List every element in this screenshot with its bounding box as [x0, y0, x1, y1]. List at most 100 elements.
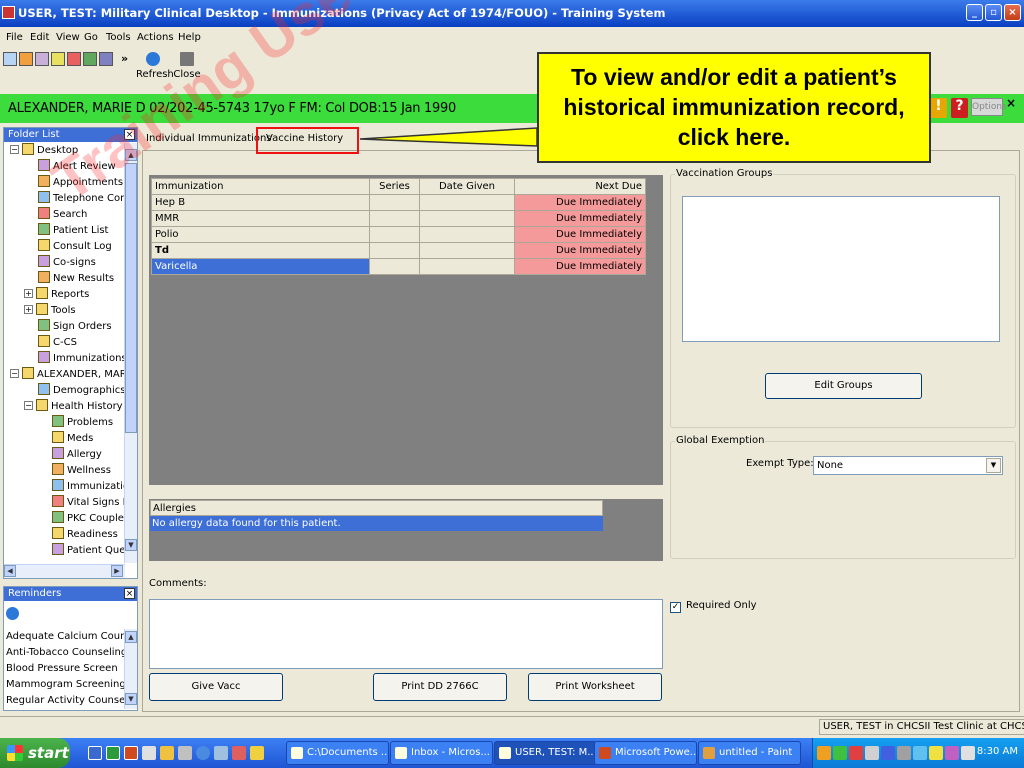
scroll-left-arrow[interactable]: ◀ — [4, 565, 16, 577]
toolbar-overflow-chevron[interactable]: » — [121, 52, 128, 65]
folder-tree-item[interactable]: Readiness — [52, 527, 118, 543]
folder-tree-item[interactable]: Problems — [52, 415, 113, 431]
required-only-checkbox[interactable]: ✓ Required Only — [670, 600, 757, 613]
tray-icon[interactable] — [833, 746, 847, 760]
check-icon[interactable] — [67, 52, 81, 66]
immunization-name[interactable]: Hep B — [151, 194, 370, 211]
collapse-icon[interactable]: − — [10, 369, 19, 378]
reminders-refresh-icon[interactable] — [6, 607, 19, 620]
tray-icon[interactable] — [929, 746, 943, 760]
sign-icon[interactable] — [51, 52, 65, 66]
collapse-icon[interactable]: − — [24, 401, 33, 410]
folder-tree-item[interactable]: − ALEXANDER, MARIE — [10, 367, 125, 383]
refresh-button[interactable]: Refresh — [136, 52, 174, 88]
folder-vertical-scrollbar[interactable]: ▲ ▼ — [124, 143, 137, 563]
print-worksheet-button[interactable]: Print Worksheet — [528, 673, 662, 701]
table-row-selected[interactable]: Varicella Due Immediately — [151, 258, 646, 275]
folder-tree-item[interactable]: Allergy — [52, 447, 102, 463]
reminder-item[interactable]: Blood Pressure Screen — [6, 663, 126, 674]
print-icon[interactable] — [35, 52, 49, 66]
checkbox-check-icon[interactable]: ✓ — [670, 602, 681, 613]
folder-tree-item[interactable]: Immunizations Adm — [38, 351, 125, 367]
reminder-item[interactable]: Regular Activity Counseling — [6, 695, 126, 706]
network-icon[interactable] — [214, 746, 228, 760]
reminder-item[interactable]: Adequate Calcium Counseling — [6, 631, 126, 642]
outlook-icon[interactable] — [142, 746, 156, 760]
folder-tree-item[interactable]: Patient List — [38, 223, 108, 239]
start-button[interactable]: start — [0, 738, 70, 768]
folder-tree-item[interactable]: + Tools — [24, 303, 76, 319]
help-icon[interactable]: ? — [951, 98, 968, 118]
vaccination-groups-list[interactable] — [682, 196, 1000, 342]
tray-icon[interactable] — [849, 746, 863, 760]
menu-edit[interactable]: Edit — [30, 32, 49, 43]
tray-icon[interactable] — [817, 746, 831, 760]
menu-actions[interactable]: Actions — [137, 32, 174, 43]
excel-icon[interactable] — [106, 746, 120, 760]
col-next-due[interactable]: Next Due — [514, 178, 646, 195]
folder-icon[interactable] — [160, 746, 174, 760]
folder-tree-item[interactable]: New Results — [38, 271, 114, 287]
task-clinical-desktop[interactable]: USER, TEST: M... — [494, 741, 597, 765]
folder-tree-item[interactable]: − Desktop — [10, 143, 78, 159]
tray-icon[interactable] — [913, 746, 927, 760]
tab-individual-immunizations[interactable]: Individual Immunizations — [146, 133, 272, 144]
folder-tree-item[interactable]: Telephone Consult — [38, 191, 125, 207]
tray-icon[interactable] — [897, 746, 911, 760]
close-button[interactable]: Close — [170, 52, 204, 88]
task-paint[interactable]: untitled - Paint — [698, 741, 801, 765]
task-documents[interactable]: C:\Documents ... — [286, 741, 389, 765]
menu-file[interactable]: File — [6, 32, 23, 43]
folder-tree-item[interactable]: PKC Couplers — [52, 511, 125, 527]
task-inbox[interactable]: Inbox - Micros... — [390, 741, 493, 765]
folder-tree-item[interactable]: Consult Log — [38, 239, 112, 255]
edit-groups-button[interactable]: Edit Groups — [765, 373, 922, 399]
expand-icon[interactable]: + — [24, 305, 33, 314]
folder-tree-item[interactable]: C-CS — [38, 335, 77, 351]
maximize-button[interactable]: ▫ — [985, 4, 1002, 21]
app-icon[interactable] — [232, 746, 246, 760]
exempt-type-select[interactable]: None ▼ — [813, 456, 1003, 475]
folder-tree-item[interactable]: Immunizations — [52, 479, 125, 495]
tools-icon[interactable] — [99, 52, 113, 66]
comments-field[interactable] — [149, 599, 663, 669]
reminder-item[interactable]: Anti-Tobacco Counseling — [6, 647, 126, 658]
folder-tree-item[interactable]: Demographics — [38, 383, 125, 399]
folder-horizontal-scrollbar[interactable]: ◀ ▶ — [4, 564, 125, 578]
col-series[interactable]: Series — [369, 178, 420, 195]
reminders-scrollbar[interactable]: ▲ ▼ — [124, 629, 137, 709]
tray-icon[interactable] — [865, 746, 879, 760]
desktop-icon[interactable] — [3, 52, 17, 66]
banner-close-icon[interactable]: × — [1006, 96, 1016, 110]
task-powerpoint[interactable]: Microsoft Powe... — [594, 741, 697, 765]
minimize-button[interactable]: _ — [966, 4, 983, 21]
folder-tree-item[interactable]: Wellness — [52, 463, 111, 479]
table-row[interactable]: Hep B Due Immediately — [151, 194, 646, 211]
allergies-row[interactable]: No allergy data found for this patient. — [150, 516, 603, 531]
search-icon[interactable] — [250, 746, 264, 760]
immunization-name[interactable]: Td — [151, 242, 370, 259]
reminders-close-icon[interactable]: × — [124, 588, 135, 599]
folder-tree-item[interactable]: Search — [38, 207, 87, 223]
chevron-down-icon[interactable]: ▼ — [986, 458, 1001, 473]
table-row[interactable]: MMR Due Immediately — [151, 210, 646, 227]
scroll-up-arrow[interactable]: ▲ — [125, 149, 137, 161]
close-window-button[interactable]: × — [1004, 4, 1021, 21]
expand-icon[interactable]: + — [24, 289, 33, 298]
scroll-right-arrow[interactable]: ▶ — [111, 565, 123, 577]
warning-icon[interactable]: ! — [930, 98, 947, 118]
print-dd-2766c-button[interactable]: Print DD 2766C — [373, 673, 507, 701]
folder-tree-item[interactable]: Co-signs — [38, 255, 96, 271]
folder-tree-item[interactable]: Sign Orders — [38, 319, 112, 335]
folder-tree-item[interactable]: Patient Questio — [52, 543, 125, 559]
col-date-given[interactable]: Date Given — [419, 178, 515, 195]
volume-icon[interactable] — [961, 746, 975, 760]
folder-tree-item[interactable]: + Reports — [24, 287, 89, 303]
word-icon[interactable] — [88, 746, 102, 760]
menu-view[interactable]: View — [56, 32, 80, 43]
folder-tree-item[interactable]: Alert Review — [38, 159, 116, 175]
options-button[interactable]: Options — [971, 98, 1007, 116]
folder-tree-item[interactable]: Meds — [52, 431, 93, 447]
immunization-name[interactable]: Polio — [151, 226, 370, 243]
scroll-down-arrow[interactable]: ▼ — [125, 539, 137, 551]
